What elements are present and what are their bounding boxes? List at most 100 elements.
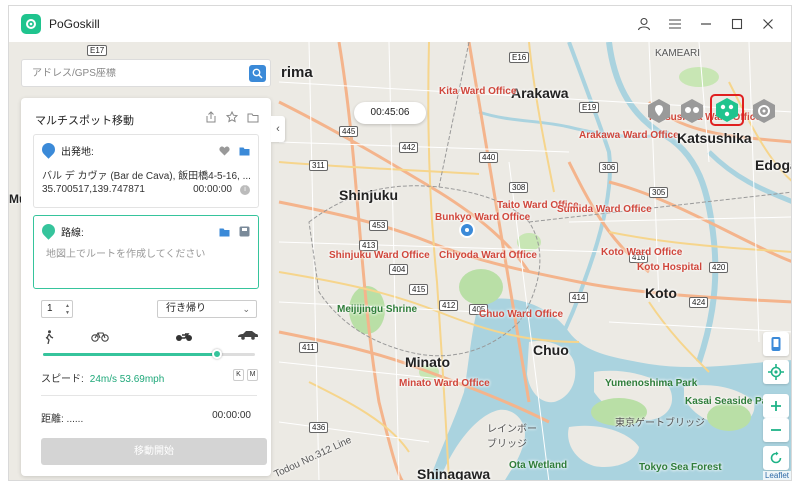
- info-icon[interactable]: i: [240, 185, 250, 195]
- map-label-chiyoda-ward: Chiyoda Ward Office: [439, 250, 537, 261]
- speed-slider-knob[interactable]: [211, 349, 222, 359]
- map-label-shinjuku-ward: Shinjuku Ward Office: [329, 250, 430, 261]
- multi-spot-panel: マルチスポット移動 出発地: バル デ カヴァ (Bar de Cava), 飯…: [21, 98, 271, 476]
- road-shield: 414: [569, 292, 589, 303]
- motorcycle-icon[interactable]: [175, 330, 193, 342]
- bicycle-icon[interactable]: [91, 330, 109, 342]
- map-label-sumida-ward: Sumida Ward Office: [557, 204, 652, 215]
- multi-spot-mode-button[interactable]: [710, 94, 744, 126]
- route-folder-icon[interactable]: [219, 224, 230, 242]
- favorite-star-icon[interactable]: [225, 110, 239, 128]
- map-label-shinagawa: Shinagawa: [417, 466, 491, 481]
- distance-label: 距離: ......: [41, 414, 84, 425]
- map-label-edogawa: Edoga: [755, 157, 791, 173]
- map-label-kameari: KAMEARI: [655, 48, 701, 59]
- menu-icon[interactable]: [659, 6, 690, 42]
- route-pin-icon: [39, 221, 58, 240]
- locate-icon[interactable]: [763, 360, 789, 384]
- start-label: 出発地:: [61, 147, 94, 158]
- map-label-koto-ward: Koto Ward Office: [601, 247, 683, 258]
- road-shield: E17: [87, 45, 108, 56]
- map-label-ota: Ota Wetland: [509, 460, 568, 471]
- chevron-down-icon: ⌄: [242, 304, 250, 314]
- road-shield: 442: [399, 142, 419, 153]
- route-save-icon[interactable]: [239, 224, 250, 242]
- chevron-left-icon: ‹: [276, 123, 280, 135]
- map-label-bunkyo-ward: Bunkyo Ward Office: [435, 212, 531, 223]
- address-search-input[interactable]: [22, 67, 232, 79]
- road-shield: 440: [479, 152, 499, 163]
- start-time: 00:00:00: [193, 184, 232, 195]
- car-icon[interactable]: [237, 330, 259, 340]
- search-icon: [252, 68, 263, 79]
- search-button[interactable]: [249, 65, 266, 82]
- road-shield: 412: [439, 300, 459, 311]
- phone-icon[interactable]: [763, 332, 789, 356]
- road-shield: 411: [299, 342, 318, 353]
- road-shield: E19: [579, 102, 600, 113]
- road-shield: 308: [509, 182, 529, 193]
- leaflet-attribution[interactable]: Leaflet: [762, 471, 791, 480]
- heart-icon[interactable]: [219, 143, 230, 161]
- start-address: バル デ カヴァ (Bar de Cava), 飯田橋4-5-16, ...: [42, 171, 251, 182]
- map-label-minato-ward: Minato Ward Office: [399, 378, 490, 389]
- start-coordinates: 35.700517,139.747871: [42, 184, 145, 195]
- elapsed-timer: 00:45:06: [354, 102, 426, 124]
- collapse-panel-button[interactable]: ‹: [271, 116, 285, 142]
- road-shield: 311: [309, 160, 328, 171]
- road-shield: 404: [389, 264, 409, 275]
- account-icon[interactable]: [628, 6, 659, 42]
- speed-readout: スピード: 24m/s 53.69mph: [41, 370, 164, 385]
- road-shield: 305: [649, 187, 669, 198]
- minimize-icon[interactable]: [690, 6, 721, 42]
- speed-label: スピード:: [41, 374, 84, 385]
- unit-m-button[interactable]: M: [247, 369, 258, 381]
- speed-slider[interactable]: [43, 349, 255, 359]
- map-label-kita-ward: Kita Ward Office: [439, 86, 517, 97]
- road-shield: 424: [689, 297, 709, 308]
- joystick-mode-button[interactable]: [750, 97, 778, 125]
- teleport-mode-button[interactable]: [645, 97, 673, 125]
- stepper-up-icon[interactable]: ▲: [65, 303, 70, 309]
- zoom-in-icon[interactable]: [763, 394, 789, 418]
- map-label-koto: Koto: [645, 285, 677, 301]
- app-window: PoGoskill E17 E16 E19 445 442 311 440 30…: [8, 5, 792, 481]
- map-label-chuo: Chuo: [533, 342, 569, 358]
- stepper-down-icon[interactable]: ▼: [65, 310, 70, 316]
- map-label-arakawa: Arakawa: [511, 85, 569, 101]
- address-search-box: [21, 59, 271, 87]
- export-icon[interactable]: [205, 110, 217, 128]
- walk-icon[interactable]: [43, 330, 55, 344]
- panel-title: マルチスポット移動: [35, 115, 134, 127]
- close-icon[interactable]: [752, 6, 783, 42]
- map-label-meiji: Meijijingu Shrine: [337, 304, 418, 315]
- road-shield: 453: [369, 220, 389, 231]
- map-label-shinjuku: Shinjuku: [339, 187, 399, 203]
- trip-mode-select[interactable]: 行き帰り ⌄: [157, 300, 257, 318]
- reset-icon[interactable]: [763, 446, 789, 470]
- road-shield: 445: [339, 126, 359, 137]
- app-title: PoGoskill: [49, 17, 100, 31]
- map-label-tokyo-gate: 東京ゲートブリッジ: [615, 418, 705, 429]
- route-card: 路線: 地図上でルートを作成してください: [33, 215, 259, 289]
- road-shield: 306: [599, 162, 619, 173]
- unit-k-button[interactable]: K: [233, 369, 244, 381]
- start-move-button[interactable]: 移動開始: [41, 438, 267, 465]
- map-label-minato: Minato: [405, 354, 451, 370]
- import-folder-icon[interactable]: [247, 110, 259, 128]
- zoom-out-icon[interactable]: [763, 418, 789, 442]
- maximize-icon[interactable]: [721, 6, 752, 42]
- start-pin-icon: [39, 140, 58, 159]
- two-spot-mode-button[interactable]: [678, 97, 706, 125]
- app-logo-icon: [21, 14, 41, 34]
- divider: [41, 395, 257, 396]
- repeat-count-stepper[interactable]: 1 ▲ ▼: [41, 300, 73, 318]
- folder-icon[interactable]: [239, 143, 250, 161]
- trip-mode-value: 行き帰り: [166, 303, 206, 314]
- title-bar: PoGoskill: [9, 6, 791, 42]
- speed-slider-fill: [43, 353, 217, 356]
- map-label-yumenoshima: Yumenoshima Park: [605, 378, 698, 389]
- road-shield: 420: [709, 262, 729, 273]
- map-label-arakawa-ward: Arakawa Ward Office: [579, 130, 679, 141]
- map-label-rima: rima: [281, 64, 313, 81]
